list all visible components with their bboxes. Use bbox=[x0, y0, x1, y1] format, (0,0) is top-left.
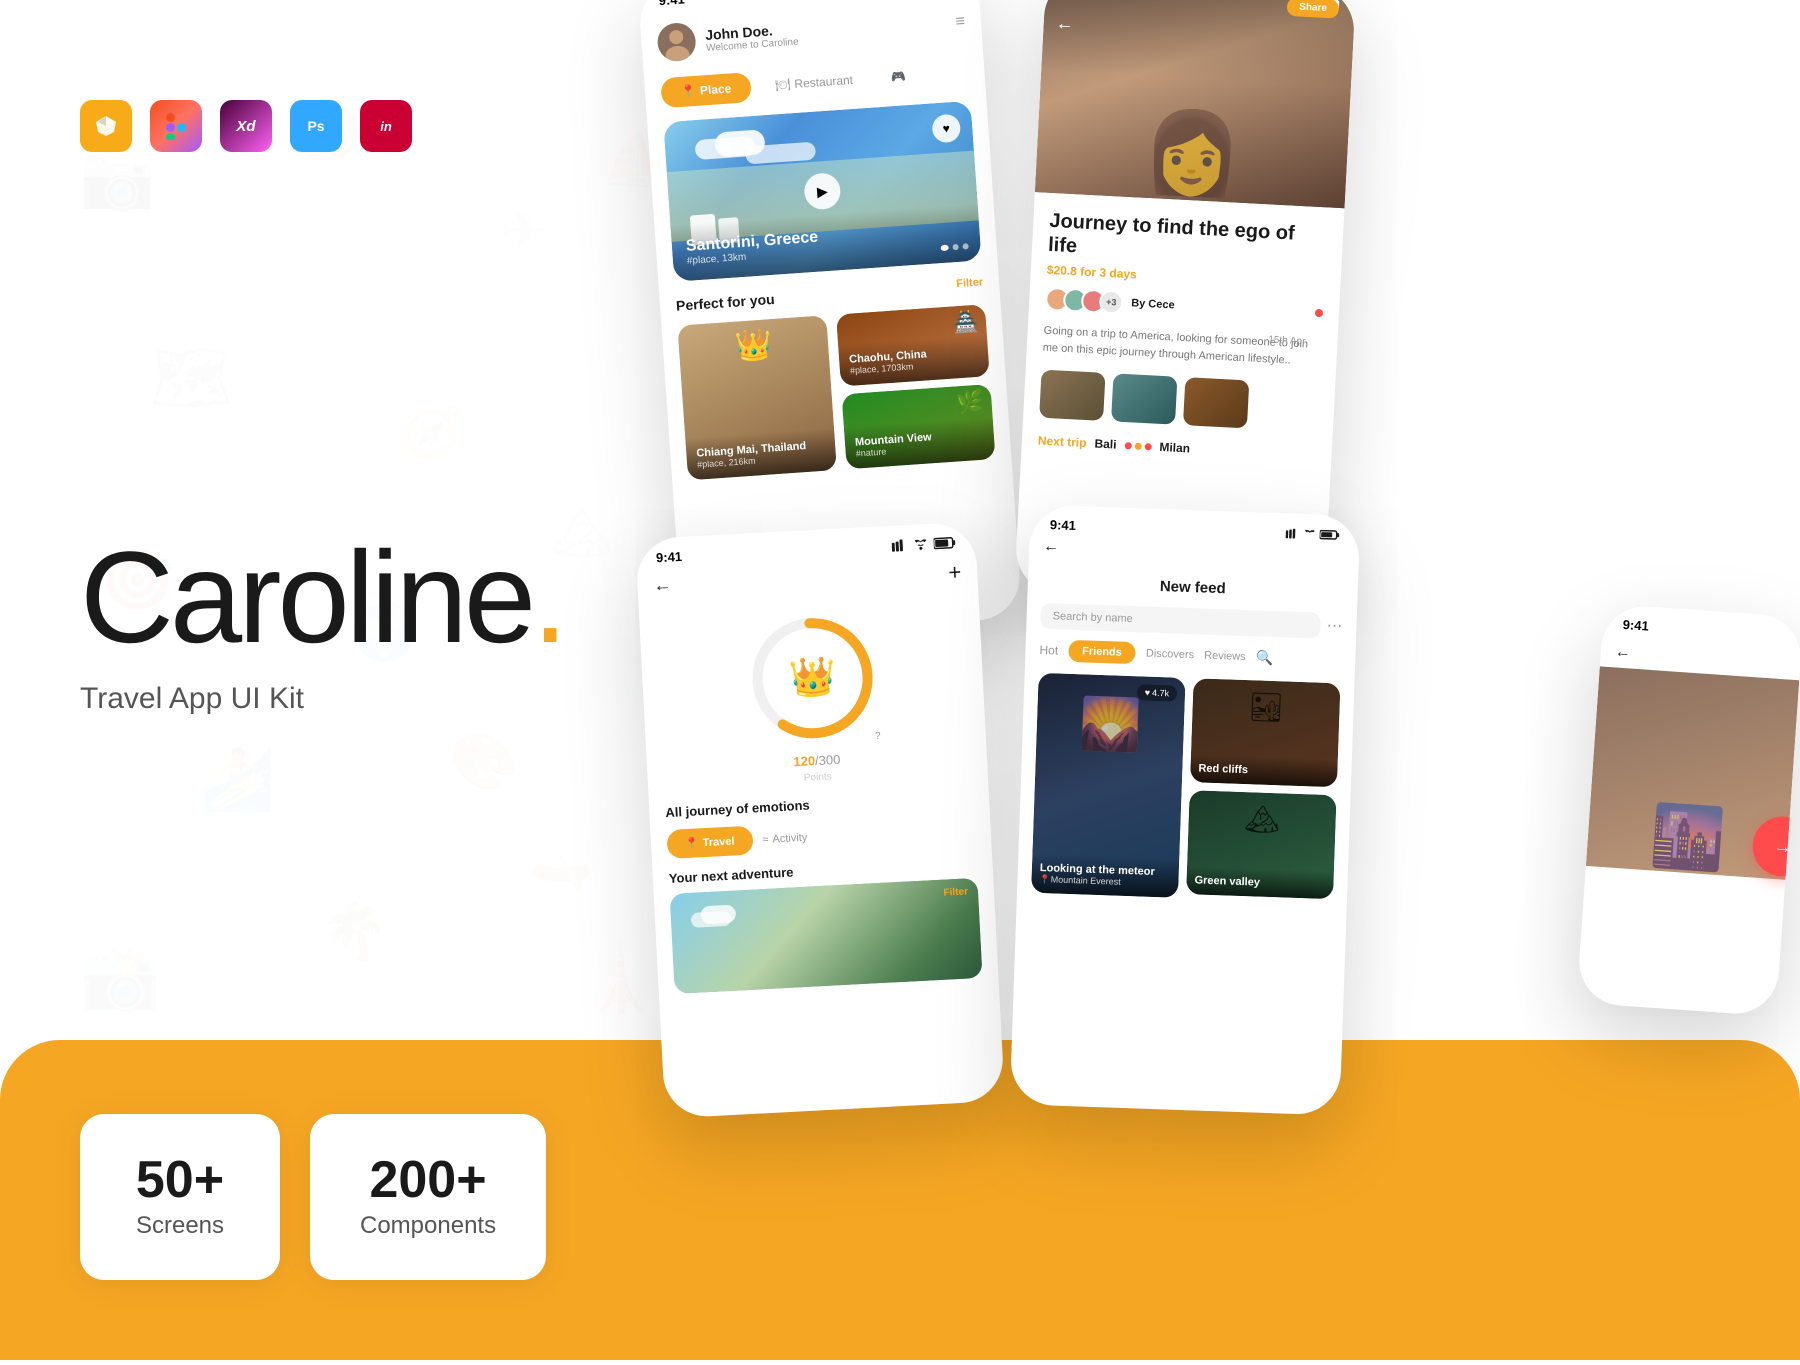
back-arrow-story[interactable]: ← bbox=[1055, 13, 1074, 35]
story-thumb-2 bbox=[1111, 373, 1177, 424]
crown-content: 👑 bbox=[788, 655, 838, 701]
screens-number: 50+ bbox=[130, 1154, 230, 1206]
tab-reviews[interactable]: Reviews bbox=[1204, 650, 1246, 663]
story-title: Journey to find the ego of life bbox=[1048, 209, 1328, 271]
right-grid-col: 🏯 Chaohu, China #place, 1703km 🌿 Mountai… bbox=[836, 304, 995, 469]
question-mark: ? bbox=[875, 731, 881, 742]
score-circle: 👑 ? bbox=[744, 610, 881, 747]
feed-card-overlay-valley: Green valley bbox=[1186, 866, 1334, 899]
heart-icon-story bbox=[1315, 309, 1323, 317]
feed-body: New feed Search by name ··· Hot Friends … bbox=[1017, 561, 1359, 915]
tab-more[interactable]: 🎮 bbox=[876, 60, 921, 93]
story-authors: +3 By Cece bbox=[1045, 287, 1324, 326]
brand-subtitle: Travel App UI Kit bbox=[80, 682, 620, 716]
feed-card-meteor[interactable]: 🌄 ♥4.7k Looking at the meteor 📍Mountain … bbox=[1031, 673, 1186, 898]
author-avatars: +3 bbox=[1045, 287, 1124, 315]
feed-cards-grid: 🌄 ♥4.7k Looking at the meteor 📍Mountain … bbox=[1031, 673, 1340, 903]
feed-card-title-valley: Green valley bbox=[1194, 874, 1325, 891]
feed-status-icons bbox=[1286, 528, 1340, 540]
place-card-overlay-nature: Mountain View #nature bbox=[844, 417, 996, 469]
sketch-icon bbox=[80, 100, 132, 152]
story-description: Going on a trip to America, looking for … bbox=[1042, 323, 1321, 371]
feed-more-icon[interactable]: ··· bbox=[1326, 617, 1343, 636]
feed-card-overlay-cliffs: Red cliffs bbox=[1190, 754, 1338, 787]
menu-icon: ≡ bbox=[955, 13, 966, 32]
next-trip-label: Next trip bbox=[1038, 434, 1087, 451]
story-thumbnails bbox=[1039, 370, 1319, 432]
add-button-journey[interactable]: + bbox=[948, 559, 962, 586]
story-authors-row: +3 By Cece 15th Apr bbox=[1045, 287, 1324, 326]
crown-emoji: 👑 bbox=[788, 655, 838, 701]
invision-icon: in bbox=[360, 100, 412, 152]
search-icon-feed[interactable]: 🔍 bbox=[1255, 649, 1273, 667]
trip-dots bbox=[1124, 442, 1151, 450]
place-card-overlay-chiangmai: Chiang Mai, Thailand #place, 216km bbox=[685, 428, 837, 480]
components-number: 200+ bbox=[360, 1154, 496, 1206]
trip-dot-3 bbox=[1144, 443, 1151, 450]
tab-restaurant[interactable]: 🍽 Restaurant bbox=[760, 64, 868, 101]
place-card-nature[interactable]: 🌿 Mountain View #nature bbox=[842, 384, 996, 469]
story-content: Journey to find the ego of life $20.8 fo… bbox=[1021, 192, 1345, 479]
author-count: +3 bbox=[1099, 290, 1124, 315]
user-header: John Doe. Welcome to Caroline ≡ bbox=[656, 3, 966, 62]
filter-label[interactable]: Filter bbox=[956, 276, 984, 290]
share-label[interactable]: Share bbox=[1287, 0, 1340, 19]
components-label: Components bbox=[360, 1212, 496, 1240]
xd-icon: Xd bbox=[220, 100, 272, 152]
featured-card[interactable]: ▶ ♥ Santorini, Greece #place, 13km bbox=[663, 101, 981, 282]
place-card-chiangmai[interactable]: 👑 Chiang Mai, Thailand #place, 216km bbox=[677, 315, 836, 480]
figma-icon bbox=[150, 100, 202, 152]
feed-card-overlay-meteor: Looking at the meteor 📍Mountain Everest bbox=[1031, 854, 1179, 898]
feed-search-bar: Search by name ··· bbox=[1040, 603, 1343, 640]
tab-activity[interactable]: ≈ Activity bbox=[762, 831, 807, 845]
phones-area: 9:41 John Doe. Welcome to Ca bbox=[600, 0, 1800, 1360]
feed-card-cliffs[interactable]: 🏜 Red cliffs bbox=[1190, 678, 1341, 787]
next-trip-row: Next trip Bali Milan bbox=[1038, 434, 1316, 463]
tab-friends[interactable]: Friends bbox=[1068, 640, 1136, 664]
phone-feed-screen: 9:41 ← New feed Search by name ··· Hot bbox=[1010, 504, 1361, 1115]
feed-title: New feed bbox=[1042, 574, 1344, 602]
story-photo: ■ 👩 Share ← bbox=[1035, 0, 1356, 208]
dot-indicators bbox=[940, 243, 968, 251]
back-arrow-feed[interactable]: ← bbox=[1043, 538, 1060, 556]
left-content: Xd Ps in Caroline. Travel App UI Kit 50+… bbox=[0, 0, 700, 1360]
place-card-overlay-chaohu: Chaohu, China #place, 1703km bbox=[838, 334, 990, 386]
stats-section: 50+ Screens 200+ Components bbox=[80, 1114, 546, 1280]
tool-icons: Xd Ps in bbox=[80, 100, 620, 152]
feed-card-title-cliffs: Red cliffs bbox=[1198, 762, 1329, 779]
story-by: By Cece bbox=[1131, 297, 1175, 311]
trip-city-bali: Bali bbox=[1094, 436, 1117, 451]
adventure-filter[interactable]: Filter bbox=[943, 886, 968, 898]
trip-dot-1 bbox=[1124, 442, 1131, 449]
place-card-chaohu[interactable]: 🏯 Chaohu, China #place, 1703km bbox=[836, 304, 990, 386]
journey-tabs: 📍 Travel ≈ Activity bbox=[666, 814, 975, 859]
story-thumb-1 bbox=[1039, 370, 1105, 421]
feed-search-input[interactable]: Search by name bbox=[1040, 603, 1321, 639]
status-time-feed: 9:41 bbox=[1050, 517, 1077, 533]
photoshop-icon: Ps bbox=[290, 100, 342, 152]
brand-section: Caroline. Travel App UI Kit bbox=[80, 332, 620, 716]
adventure-image: Filter bbox=[670, 878, 983, 994]
user-info: John Doe. Welcome to Caroline bbox=[705, 20, 799, 53]
back-arrow-small[interactable]: ← bbox=[1614, 643, 1631, 661]
tab-hot[interactable]: Hot bbox=[1039, 643, 1058, 658]
trip-dot-2 bbox=[1134, 442, 1141, 449]
story-thumb-3 bbox=[1183, 377, 1249, 428]
like-badge-meteor: ♥4.7k bbox=[1136, 684, 1177, 701]
journey-status-icons bbox=[891, 536, 956, 551]
screens-label: Screens bbox=[130, 1212, 230, 1240]
places-grid: 👑 Chiang Mai, Thailand #place, 216km 🏯 C… bbox=[677, 304, 995, 480]
story-date: 15th Apr bbox=[1268, 334, 1306, 347]
components-stat-card: 200+ Components bbox=[310, 1114, 546, 1280]
brand-name: Caroline. bbox=[80, 532, 620, 662]
trip-city-milan: Milan bbox=[1159, 440, 1190, 456]
feed-card-valley[interactable]: 🏔 Green valley bbox=[1186, 790, 1337, 899]
status-time-small: 9:41 bbox=[1622, 617, 1649, 634]
feed-filter-tabs: Hot Friends Discovers Reviews 🔍 bbox=[1039, 639, 1342, 672]
place-tabs: 📍 Place 🍽 Restaurant 🎮 bbox=[660, 57, 969, 108]
tab-discovers[interactable]: Discovers bbox=[1146, 648, 1195, 662]
screens-stat-card: 50+ Screens bbox=[80, 1114, 280, 1280]
feed-right-col: 🏜 Red cliffs 🏔 Green valley bbox=[1186, 678, 1341, 903]
phone-small-screen: 9:41 ← 🌆 → bbox=[1576, 604, 1800, 1017]
